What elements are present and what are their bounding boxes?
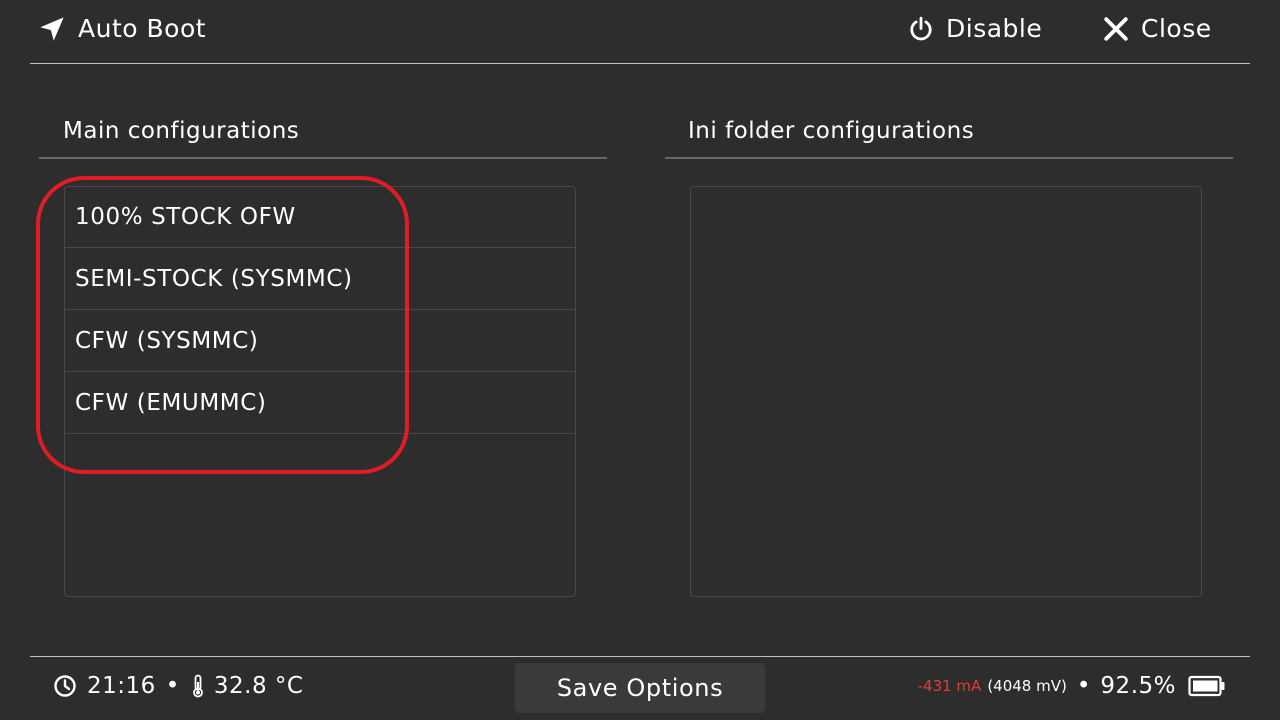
list-item-label: CFW (EMUMMC) bbox=[75, 389, 267, 416]
main-configurations-title: Main configurations bbox=[63, 118, 300, 144]
disable-button[interactable]: Disable bbox=[908, 14, 1042, 43]
list-item-label: 100% STOCK OFW bbox=[75, 204, 296, 230]
ini-panel-divider bbox=[665, 157, 1233, 159]
battery-current: -431 mA bbox=[917, 677, 982, 695]
list-item[interactable]: 100% STOCK OFW bbox=[65, 187, 575, 248]
status-bar: 21:16 • 32.8 °C Save Options -431 mA (40… bbox=[30, 656, 1250, 720]
disable-label: Disable bbox=[946, 14, 1043, 43]
auto-boot-screen: Auto Boot Disable Close Main configurati… bbox=[0, 0, 1280, 720]
close-button[interactable]: Close bbox=[1103, 14, 1212, 43]
ini-folder-configurations-title: Ini folder configurations bbox=[688, 118, 975, 144]
save-options-label: Save Options bbox=[556, 674, 724, 702]
clock-icon bbox=[54, 675, 76, 697]
list-item[interactable]: SEMI-STOCK (SYSMMC) bbox=[65, 248, 575, 310]
list-item[interactable]: CFW (SYSMMC) bbox=[65, 310, 575, 372]
separator-dot: • bbox=[1076, 673, 1091, 699]
temperature-readout: 32.8 °C bbox=[213, 673, 304, 699]
close-icon bbox=[1104, 16, 1128, 41]
navigation-arrow-icon bbox=[40, 16, 64, 41]
list-item[interactable]: CFW (EMUMMC) bbox=[65, 372, 575, 434]
battery-icon bbox=[1188, 675, 1225, 697]
main-panel-divider bbox=[39, 157, 607, 159]
page-title-text: Auto Boot bbox=[78, 14, 207, 43]
battery-voltage: (4048 mV) bbox=[987, 677, 1067, 695]
power-icon bbox=[910, 16, 932, 40]
page-title: Auto Boot bbox=[38, 14, 206, 43]
thermometer-icon bbox=[192, 674, 203, 698]
save-options-button[interactable]: Save Options bbox=[515, 663, 765, 713]
status-left: 21:16 • 32.8 °C bbox=[53, 673, 303, 699]
battery-percentage: 92.5% bbox=[1100, 673, 1176, 699]
status-right: -431 mA (4048 mV) • 92.5% bbox=[918, 673, 1226, 699]
main-configurations-list: 100% STOCK OFW SEMI-STOCK (SYSMMC) CFW (… bbox=[64, 186, 576, 597]
header-bar: Auto Boot Disable Close bbox=[30, 0, 1250, 64]
list-item-label: CFW (SYSMMC) bbox=[75, 327, 259, 354]
list-item-label: SEMI-STOCK (SYSMMC) bbox=[75, 265, 353, 292]
separator-dot: • bbox=[165, 673, 180, 699]
ini-configurations-list[interactable] bbox=[690, 186, 1202, 597]
close-label: Close bbox=[1141, 14, 1212, 43]
clock-time: 21:16 bbox=[87, 673, 156, 699]
